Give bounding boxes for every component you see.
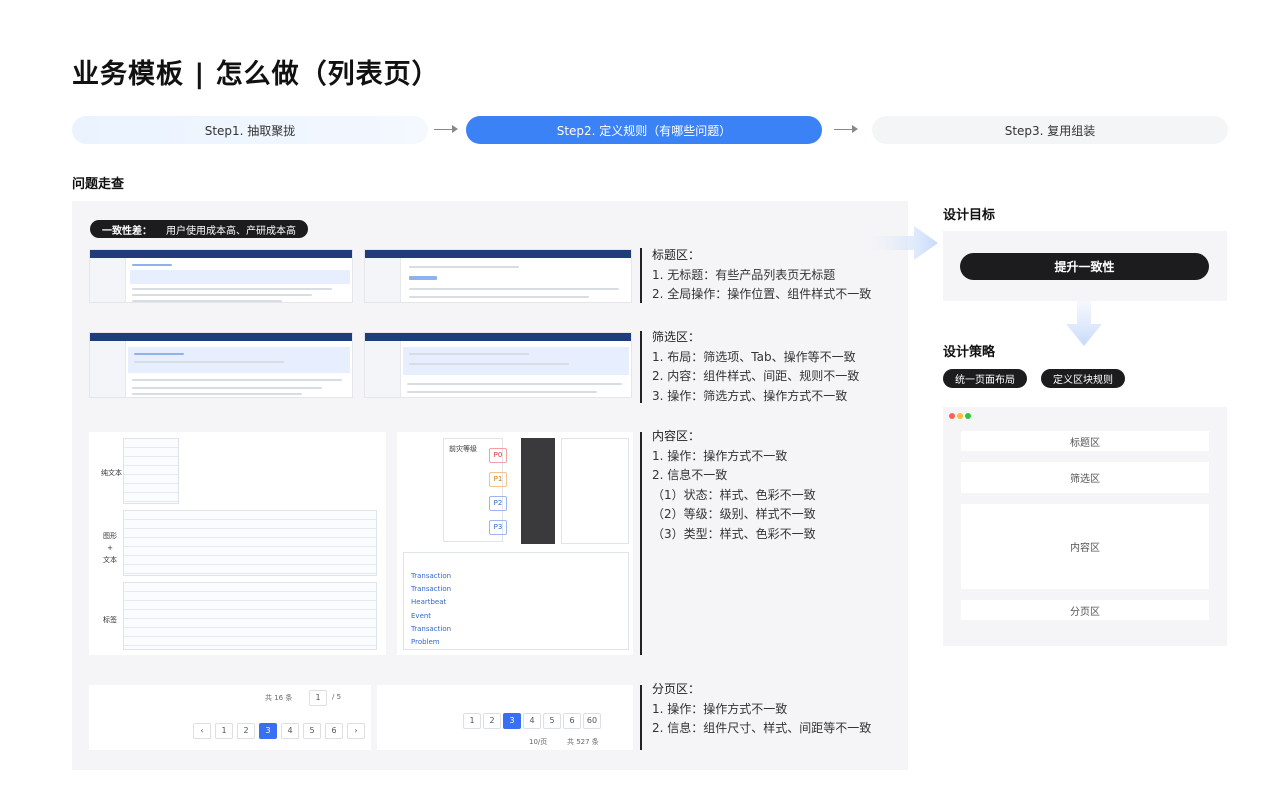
badge-label: 一致性差： — [102, 225, 152, 237]
wire-content-area: 内容区 — [961, 504, 1209, 589]
divider-line — [640, 331, 642, 403]
pager-page[interactable]: 2 — [483, 713, 501, 729]
arrow-right-icon — [834, 125, 858, 133]
pager-page[interactable]: 6 — [325, 723, 343, 739]
filter-area-notes: 筛选区： 1. 布局：筛选项、Tab、操作等不一致 2. 内容：组件样式、间距、… — [652, 328, 859, 406]
pager-page-current[interactable]: 3 — [503, 713, 521, 729]
alarm-type: Problem — [411, 638, 440, 646]
pager-page[interactable]: 5 — [543, 713, 561, 729]
pager-page[interactable]: 60 — [583, 713, 601, 729]
window-zoom-dot — [965, 413, 971, 419]
pager-page[interactable]: 2 — [237, 723, 255, 739]
level-chip: P3 — [489, 520, 507, 535]
alarm-type: Heartbeat — [411, 598, 447, 606]
wire-title-area: 标题区 — [961, 431, 1209, 451]
pagination-area-notes: 分页区： 1. 操作：操作方式不一致 2. 信息：组件尺寸、样式、间距等不一致 — [652, 680, 871, 739]
pager-page[interactable]: 4 — [281, 723, 299, 739]
notes-line: 1. 操作：操作方式不一致 — [652, 701, 788, 716]
page-title: 业务模板 | 怎么做（列表页） — [72, 59, 440, 90]
notes-heading: 筛选区： — [652, 330, 701, 344]
pagination-screenshot-b: 1 2 3 4 5 6 60 10/页 共 527 条 — [377, 685, 633, 750]
badge-text: 用户使用成本高、产研成本高 — [166, 225, 296, 237]
notes-line: 3. 操作：筛选方式、操作方式不一致 — [652, 388, 848, 403]
level-chip: P0 — [489, 448, 507, 463]
pagination-screenshot-a: 共 16 条 1 / 5 ‹ 1 2 3 4 5 6 › — [89, 685, 371, 750]
alarm-type: Transaction — [411, 572, 452, 580]
notes-line: 1. 操作：操作方式不一致 — [652, 448, 788, 463]
pager-total: 共 16 条 — [265, 694, 293, 702]
divider-line — [640, 685, 642, 750]
window-close-dot — [949, 413, 955, 419]
notes-line: 1. 布局：筛选项、Tab、操作等不一致 — [652, 349, 856, 364]
content-area-notes: 内容区： 1. 操作：操作方式不一致 2. 信息不一致 （1）状态：样式、色彩不… — [652, 427, 816, 544]
wire-pagination-area: 分页区 — [961, 600, 1209, 620]
window-minimize-dot — [957, 413, 963, 419]
pager-page[interactable]: 6 — [563, 713, 581, 729]
pager-page[interactable]: 1 — [215, 723, 233, 739]
notes-line: （2）等级：级别、样式不一致 — [652, 507, 816, 521]
notes-line: 2. 信息：组件尺寸、样式、间距等不一致 — [652, 721, 872, 735]
goal-button: 提升一致性 — [960, 253, 1209, 280]
goal-panel: 提升一致性 — [943, 231, 1227, 301]
step-3-pill[interactable]: Step3. 复用组装 — [872, 116, 1228, 144]
alarm-type: Transaction — [411, 625, 452, 633]
divider-line — [640, 248, 642, 303]
alarm-type: Event — [411, 612, 432, 620]
flow-arrow-right-icon — [868, 226, 938, 260]
step-2-pill[interactable]: Step2. 定义规则（有哪些问题） — [466, 116, 822, 144]
content-area-screenshot-a: 纯文本 图形 + 文本 标签 — [89, 432, 386, 655]
divider-line — [640, 432, 642, 655]
strategy-tag-layout: 统一页面布局 — [943, 369, 1027, 388]
pager-page[interactable]: 4 — [523, 713, 541, 729]
filter-area-screenshot-b — [364, 332, 632, 398]
notes-line: 2. 内容：组件样式、间距、规则不一致 — [652, 369, 860, 383]
notes-line: （3）类型：样式、色彩不一致 — [652, 526, 816, 541]
content-area-screenshot-b: 前灾等级 P0 P1 P2 P3 Transaction Transaction… — [397, 432, 633, 655]
level-title: 前灾等级 — [449, 445, 477, 453]
pager-of: / 5 — [332, 693, 342, 701]
row-label-graphic-text: 图形 + 文本 — [103, 532, 117, 564]
alarm-type: Transaction — [411, 585, 452, 593]
step-flow: Step1. 抽取聚拢 Step2. 定义规则（有哪些问题） Step3. 复用… — [72, 116, 1228, 144]
wire-filter-area: 筛选区 — [961, 462, 1209, 493]
arrow-right-icon — [434, 125, 458, 133]
level-chip: P1 — [489, 472, 507, 487]
notes-heading: 标题区： — [652, 248, 701, 262]
notes-line: 2. 全局操作：操作位置、组件样式不一致 — [652, 287, 872, 301]
row-label-text: 纯文本 — [101, 469, 122, 477]
layout-wireframe: 标题区 筛选区 内容区 分页区 — [943, 407, 1227, 646]
pager-next[interactable]: › — [347, 723, 365, 739]
notes-line: 2. 信息不一致 — [652, 468, 728, 482]
consistency-badge: 一致性差： 用户使用成本高、产研成本高 — [90, 220, 308, 238]
pager-total: 共 527 条 — [567, 738, 599, 746]
audit-section-title: 问题走查 — [72, 177, 125, 192]
notes-line: 1. 无标题：有些产品列表页无标题 — [652, 267, 836, 282]
title-area-screenshot-b — [364, 249, 632, 303]
strategy-section-title: 设计策略 — [943, 345, 996, 360]
pager-prev[interactable]: ‹ — [193, 723, 211, 739]
pager-size[interactable]: 10/页 — [529, 737, 547, 747]
audit-panel: 一致性差： 用户使用成本高、产研成本高 纯文本 图形 + 文本 标签 前灾等级 … — [72, 201, 908, 770]
pager-page-current[interactable]: 3 — [259, 723, 277, 739]
title-area-screenshot-a — [89, 249, 353, 303]
pager-page[interactable]: 5 — [303, 723, 321, 739]
level-chip: P2 — [489, 496, 507, 511]
notes-heading: 分页区： — [652, 682, 701, 696]
notes-heading: 内容区： — [652, 429, 701, 443]
title-area-notes: 标题区： 1. 无标题：有些产品列表页无标题 2. 全局操作：操作位置、组件样式… — [652, 246, 871, 305]
filter-area-screenshot-a — [89, 332, 353, 398]
goal-section-title: 设计目标 — [943, 208, 996, 223]
notes-line: （1）状态：样式、色彩不一致 — [652, 487, 816, 502]
pager-page[interactable]: 1 — [463, 713, 481, 729]
pager-page-input[interactable]: 1 — [309, 690, 327, 706]
step-1-pill[interactable]: Step1. 抽取聚拢 — [72, 116, 428, 144]
strategy-tag-block-rules: 定义区块规则 — [1041, 369, 1125, 388]
row-label-tag: 标签 — [103, 616, 117, 624]
